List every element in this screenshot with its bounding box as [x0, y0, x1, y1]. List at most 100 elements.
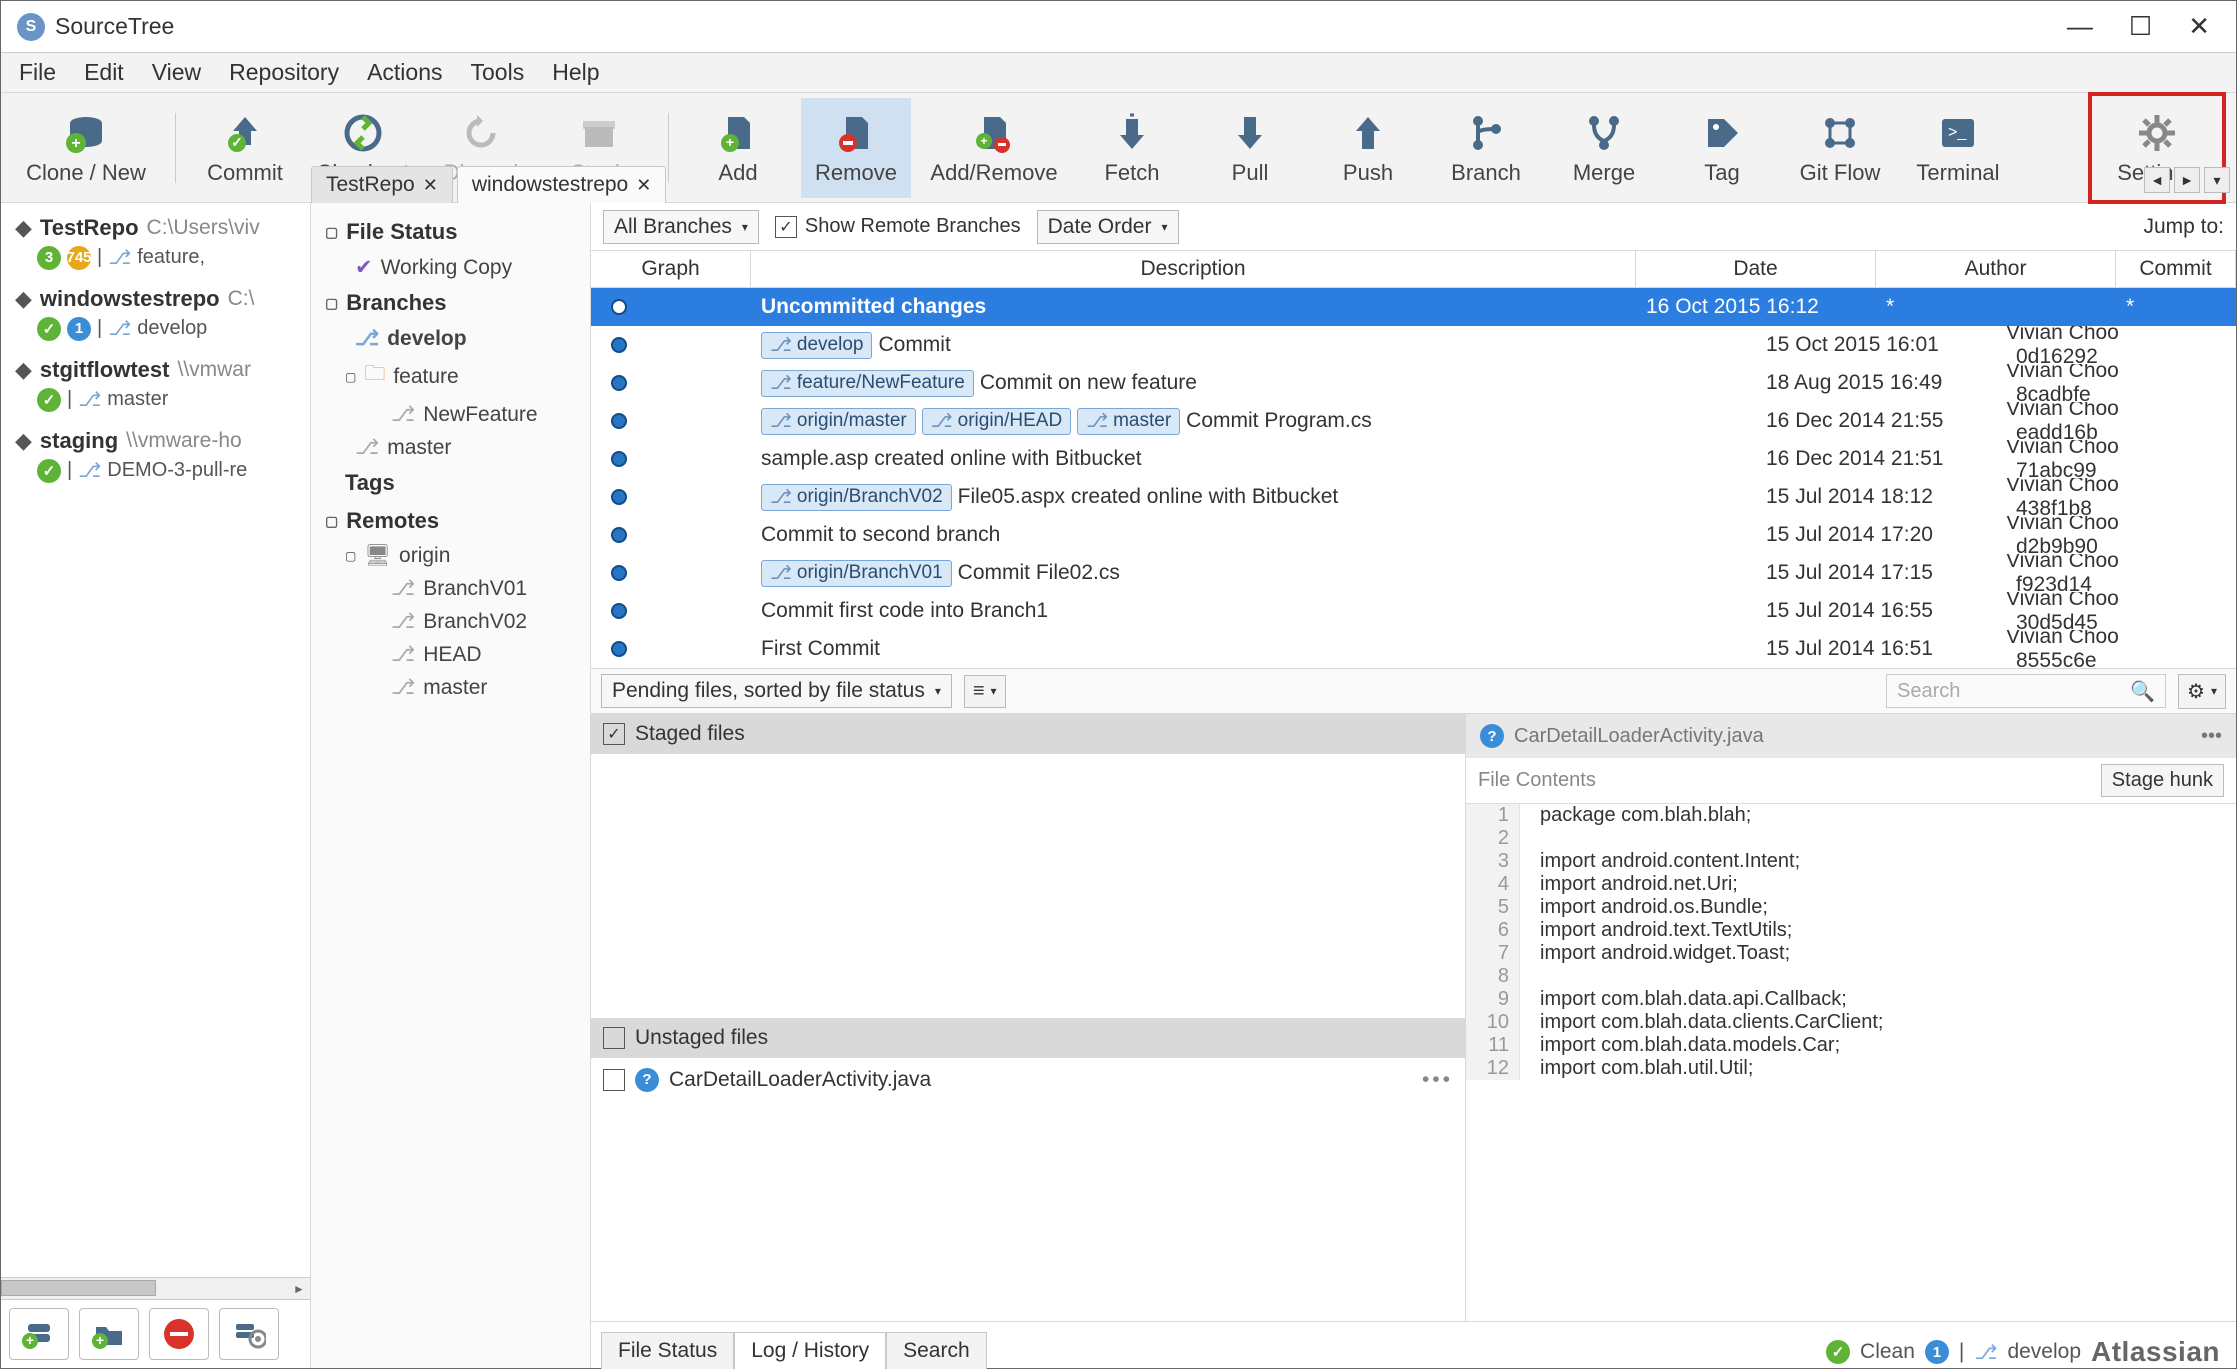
close-icon[interactable]: ✕: [423, 175, 438, 196]
fetch-button[interactable]: Fetch: [1077, 98, 1187, 198]
push-button[interactable]: Push: [1313, 98, 1423, 198]
svg-text:+: +: [980, 134, 987, 148]
commit-row[interactable]: ⎇origin/BranchV01Commit File02.cs 15 Jul…: [591, 554, 2236, 592]
close-icon[interactable]: ✕: [636, 175, 651, 196]
branch-button[interactable]: Branch: [1431, 98, 1541, 198]
repo-scrollbar[interactable]: ◄►: [1, 1277, 310, 1299]
staged-header[interactable]: ✓Staged files: [591, 714, 1465, 754]
repo-item[interactable]: ◆windowstestrepo C:\ ✓1|⎇develop: [1, 280, 310, 351]
commit-button[interactable]: ✓Commit: [190, 98, 300, 198]
file-checkbox[interactable]: [603, 1069, 625, 1091]
show-remote-checkbox[interactable]: ✓Show Remote Branches: [775, 215, 1021, 238]
repo-item[interactable]: ◆staging \\vmware-ho ✓|⎇DEMO-3-pull-re: [1, 422, 310, 493]
commit-row[interactable]: ⎇developCommit 15 Oct 2015 16:01 Vivian …: [591, 326, 2236, 364]
file-search-input[interactable]: Search🔍: [1886, 674, 2166, 708]
tab-file-status[interactable]: File Status: [601, 1332, 734, 1369]
close-button[interactable]: ✕: [2188, 11, 2210, 42]
tree-working-copy[interactable]: ✔Working Copy: [315, 251, 586, 284]
col-date[interactable]: Date: [1636, 251, 1876, 287]
branch-tag[interactable]: ⎇feature/NewFeature: [761, 370, 974, 397]
col-graph[interactable]: Graph: [591, 251, 751, 287]
tree-remote-head[interactable]: ⎇HEAD: [315, 638, 586, 671]
code-line: 8: [1466, 965, 2236, 988]
repo-item[interactable]: ◆TestRepo C:\Users\viv 3745|⎇feature,: [1, 209, 310, 280]
clone-button[interactable]: +Clone / New: [11, 98, 161, 198]
diff-file-title: CarDetailLoaderActivity.java: [1514, 725, 1764, 748]
commit-row[interactable]: Uncommitted changes 16 Oct 2015 16:12 * …: [591, 288, 2236, 326]
commit-row[interactable]: Commit to second branch 15 Jul 2014 17:2…: [591, 516, 2236, 554]
branch-tag[interactable]: ⎇develop: [761, 332, 872, 359]
tag-button[interactable]: Tag: [1667, 98, 1777, 198]
branch-tag[interactable]: ⎇origin/BranchV01: [761, 560, 952, 587]
more-icon[interactable]: •••: [2201, 725, 2222, 748]
commit-row[interactable]: First Commit 15 Jul 2014 16:51 Vivian Ch…: [591, 630, 2236, 668]
commit-row[interactable]: Commit first code into Branch1 15 Jul 20…: [591, 592, 2236, 630]
repo-settings-button[interactable]: [219, 1308, 279, 1360]
branch-tag[interactable]: ⎇origin/master: [761, 408, 916, 435]
col-author[interactable]: Author: [1876, 251, 2116, 287]
tree-branch-develop[interactable]: ⎇develop: [315, 322, 586, 355]
menu-actions[interactable]: Actions: [367, 59, 442, 86]
tab-testrepo[interactable]: TestRepo✕: [311, 166, 453, 203]
gitflow-button[interactable]: Git Flow: [1785, 98, 1895, 198]
tree-remote-master[interactable]: ⎇master: [315, 671, 586, 704]
remove-button[interactable]: Remove: [801, 98, 911, 198]
add-repo-local-button[interactable]: +: [9, 1308, 69, 1360]
stage-hunk-button[interactable]: Stage hunk: [2101, 764, 2224, 797]
tree-section-tags[interactable]: Tags: [315, 464, 586, 502]
branch-icon: ⎇: [770, 562, 792, 585]
commit-row[interactable]: ⎇feature/NewFeatureCommit on new feature…: [591, 364, 2236, 402]
tab-nav-next[interactable]: ►: [2174, 167, 2200, 193]
order-dropdown[interactable]: Date Order▾: [1037, 210, 1179, 244]
merge-button[interactable]: Merge: [1549, 98, 1659, 198]
more-icon[interactable]: •••: [1422, 1068, 1453, 1092]
commit-row[interactable]: ⎇origin/BranchV02File05.aspx created onl…: [591, 478, 2236, 516]
tree-remote-branchv02[interactable]: ⎇BranchV02: [315, 605, 586, 638]
menu-view[interactable]: View: [152, 59, 201, 86]
tree-section-branches[interactable]: ▢Branches: [315, 284, 586, 322]
add-repo-folder-button[interactable]: +: [79, 1308, 139, 1360]
tree-remote-branchv01[interactable]: ⎇BranchV01: [315, 572, 586, 605]
tree-section-remotes[interactable]: ▢Remotes: [315, 502, 586, 540]
diff-settings-button[interactable]: ⚙ ▾: [2178, 674, 2226, 709]
gear-icon: [2137, 109, 2177, 157]
tree-section-filestatus[interactable]: ▢File Status: [315, 213, 586, 251]
branch-tag[interactable]: ⎇master: [1077, 408, 1180, 435]
menu-file[interactable]: File: [19, 59, 56, 86]
branch-filter-dropdown[interactable]: All Branches▾: [603, 210, 759, 244]
tab-nav-menu[interactable]: ▾: [2204, 167, 2230, 193]
branch-tag[interactable]: ⎇origin/HEAD: [922, 408, 1071, 435]
menu-repository[interactable]: Repository: [229, 59, 339, 86]
status-clean: Clean: [1860, 1340, 1915, 1364]
unstaged-header[interactable]: Unstaged files: [591, 1018, 1465, 1058]
col-commit[interactable]: Commit: [2116, 251, 2236, 287]
menu-edit[interactable]: Edit: [84, 59, 124, 86]
commit-row[interactable]: ⎇origin/master ⎇origin/HEAD ⎇masterCommi…: [591, 402, 2236, 440]
tree-branch-master[interactable]: ⎇master: [315, 431, 586, 464]
repo-item[interactable]: ◆stgitflowtest \\vmwar ✓|⎇master: [1, 351, 310, 422]
view-mode-button[interactable]: ≡ ▾: [964, 675, 1006, 708]
addremove-button[interactable]: +Add/Remove: [919, 98, 1069, 198]
pending-filter-dropdown[interactable]: Pending files, sorted by file status▾: [601, 674, 952, 708]
commit-row[interactable]: sample.asp created online with Bitbucket…: [591, 440, 2236, 478]
badge: 745: [67, 246, 91, 270]
unstaged-file-row[interactable]: ? CarDetailLoaderActivity.java •••: [591, 1058, 1465, 1102]
branch-tag[interactable]: ⎇origin/BranchV02: [761, 484, 952, 511]
menu-help[interactable]: Help: [552, 59, 599, 86]
pull-button[interactable]: Pull: [1195, 98, 1305, 198]
branch-icon: [1466, 109, 1506, 157]
tab-log-history[interactable]: Log / History: [734, 1332, 886, 1369]
tab-windowstestrepo[interactable]: windowstestrepo✕: [457, 166, 667, 203]
col-description[interactable]: Description: [751, 251, 1636, 287]
tree-branch-newfeature[interactable]: ⎇NewFeature: [315, 398, 586, 431]
terminal-button[interactable]: >_Terminal: [1903, 98, 2013, 198]
remove-repo-button[interactable]: [149, 1308, 209, 1360]
maximize-button[interactable]: ☐: [2129, 11, 2152, 42]
minimize-button[interactable]: —: [2067, 11, 2093, 42]
add-button[interactable]: +Add: [683, 98, 793, 198]
tab-search[interactable]: Search: [886, 1332, 987, 1369]
menu-tools[interactable]: Tools: [471, 59, 525, 86]
tab-nav-prev[interactable]: ◄: [2144, 167, 2170, 193]
tree-remote-origin[interactable]: ▢🖥origin: [315, 540, 586, 572]
tree-folder-feature[interactable]: ▢🗀feature: [315, 355, 586, 398]
